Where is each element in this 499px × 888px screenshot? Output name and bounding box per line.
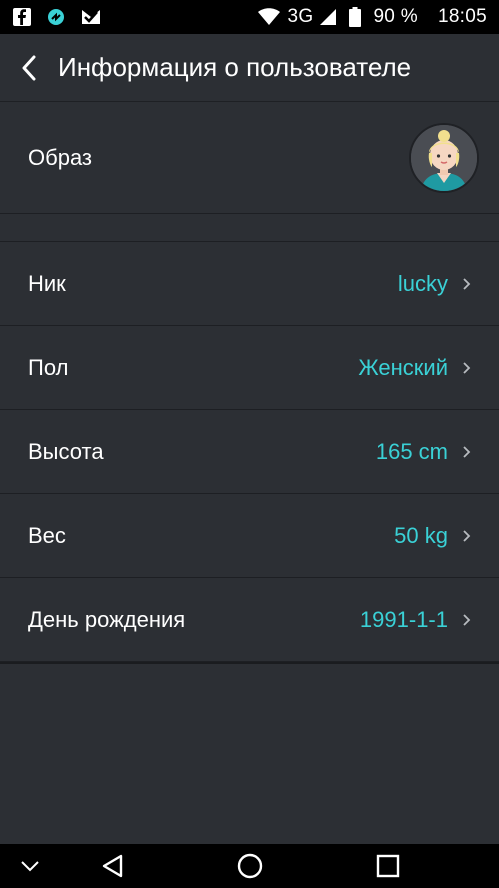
signal-icon bbox=[319, 8, 337, 26]
field-row-gender[interactable]: Пол Женский bbox=[0, 326, 499, 410]
field-row-weight[interactable]: Вес 50 kg bbox=[0, 494, 499, 578]
birthday-label: День рождения bbox=[28, 606, 186, 632]
app-icon bbox=[46, 7, 66, 27]
list-divider bbox=[0, 662, 499, 664]
email-check-icon bbox=[80, 7, 102, 27]
birthday-value: 1991-1-1 bbox=[359, 606, 448, 632]
chevron-right-icon bbox=[462, 445, 471, 459]
field-row-height[interactable]: Высота 165 cm bbox=[0, 410, 499, 494]
nickname-label: Ник bbox=[28, 270, 66, 296]
avatar-label: Образ bbox=[28, 144, 93, 170]
nav-recents-button[interactable] bbox=[368, 844, 408, 888]
battery-icon bbox=[349, 7, 362, 27]
field-row-nickname[interactable]: Ник lucky bbox=[0, 242, 499, 326]
height-value: 165 cm bbox=[375, 438, 448, 464]
weight-value: 50 kg bbox=[394, 522, 448, 548]
field-row-birthday[interactable]: День рождения 1991-1-1 bbox=[0, 578, 499, 662]
network-type: 3G bbox=[287, 6, 314, 27]
chevron-right-icon bbox=[462, 613, 471, 627]
nav-back-button[interactable] bbox=[92, 844, 132, 888]
height-label: Высота bbox=[28, 438, 104, 464]
back-triangle-icon bbox=[101, 854, 123, 878]
clock: 18:05 bbox=[437, 6, 487, 27]
hide-nav-button[interactable] bbox=[12, 844, 48, 888]
chevron-right-icon bbox=[462, 361, 471, 375]
chevron-left-icon bbox=[21, 55, 37, 81]
weight-label: Вес bbox=[28, 522, 66, 548]
user-info-list: Образ Ник lucky Пол Женский Высота 165 c… bbox=[0, 102, 499, 664]
page-title: Информация о пользователе bbox=[58, 52, 412, 82]
chevron-down-icon bbox=[20, 860, 40, 872]
facebook-icon bbox=[12, 7, 32, 27]
gender-value: Женский bbox=[358, 354, 448, 380]
home-circle-icon bbox=[237, 853, 263, 879]
nav-home-button[interactable] bbox=[230, 844, 270, 888]
avatar-row[interactable]: Образ bbox=[0, 102, 499, 214]
wifi-icon bbox=[257, 8, 281, 26]
chevron-right-icon bbox=[462, 529, 471, 543]
battery-percent: 90 % bbox=[373, 6, 418, 27]
gender-label: Пол bbox=[28, 354, 69, 380]
navigation-bar bbox=[0, 844, 499, 888]
nickname-value: lucky bbox=[397, 270, 448, 296]
female-avatar-icon bbox=[411, 124, 477, 191]
avatar[interactable] bbox=[409, 122, 479, 193]
section-spacer bbox=[0, 214, 499, 242]
chevron-right-icon bbox=[462, 277, 471, 291]
recents-square-icon bbox=[376, 854, 400, 878]
app-bar: Информация о пользователе bbox=[0, 34, 499, 102]
status-bar: 3G 90 % 18:05 bbox=[0, 0, 499, 34]
back-button[interactable] bbox=[0, 34, 58, 102]
